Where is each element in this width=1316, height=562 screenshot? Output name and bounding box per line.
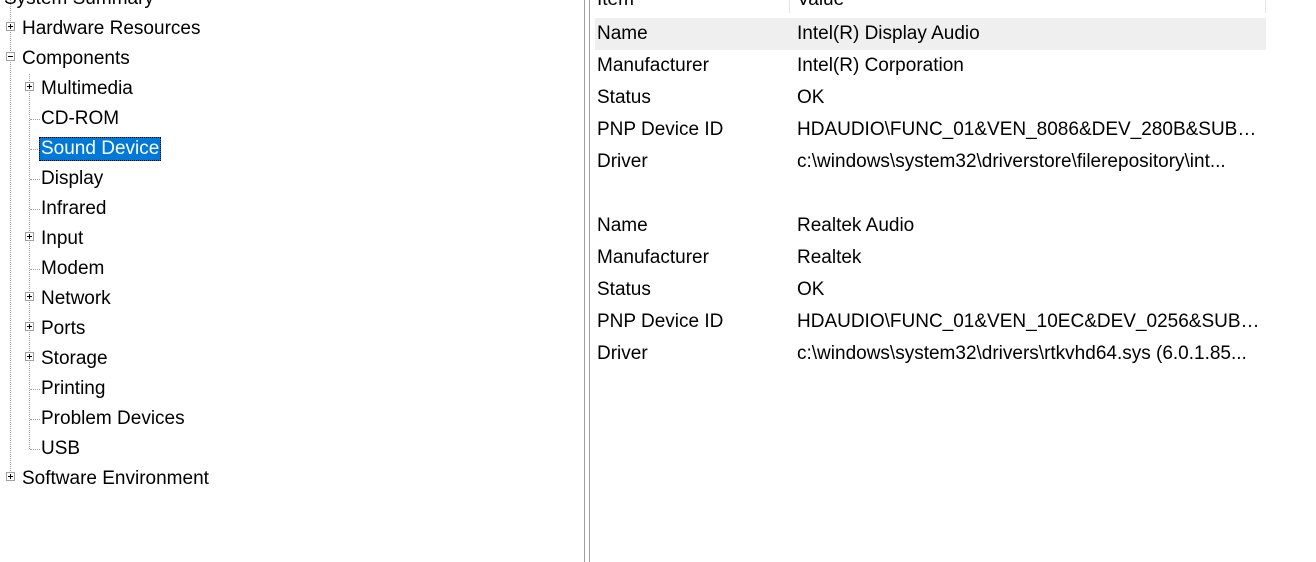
expand-icon[interactable] [25, 232, 34, 241]
tree-item-sound-device[interactable]: Sound Device [0, 134, 300, 164]
cell-item: Manufacturer [597, 55, 709, 76]
table-row[interactable]: Name Realtek Audio [595, 210, 1266, 242]
tree-item-label: Components [22, 48, 130, 69]
tree-item-label: Sound Device [39, 137, 162, 161]
cell-item: Name [597, 23, 648, 44]
expand-icon[interactable] [25, 82, 34, 91]
tree-item-ports[interactable]: Ports [0, 314, 300, 344]
cell-value: HDAUDIO\FUNC_01&VEN_8086&DEV_280B&SUBS..… [797, 119, 1263, 140]
table-row[interactable]: Status OK [595, 274, 1266, 306]
tree-item-printing[interactable]: Printing [0, 374, 300, 404]
table-row[interactable]: PNP Device ID HDAUDIO\FUNC_01&VEN_10EC&D… [595, 306, 1266, 338]
table-row[interactable]: Status OK [595, 82, 1266, 114]
tree-item-label: Hardware Resources [22, 18, 201, 39]
cell-value: HDAUDIO\FUNC_01&VEN_10EC&DEV_0256&SUBS..… [797, 311, 1263, 332]
expand-icon[interactable] [6, 22, 15, 31]
list-header: Item Value [590, 0, 1266, 13]
tree-item-multimedia[interactable]: Multimedia [0, 74, 300, 104]
cell-item: PNP Device ID [597, 119, 724, 140]
tree-item-label: System Summary [2, 0, 156, 11]
tree-item-components[interactable]: Components [0, 44, 300, 74]
cell-item: Driver [597, 151, 648, 172]
cell-value: Intel(R) Display Audio [797, 23, 980, 44]
expand-icon[interactable] [6, 472, 15, 481]
tree-item-label: Storage [41, 348, 108, 369]
cell-item: Name [597, 215, 648, 236]
tree-item-label: Software Environment [22, 468, 209, 489]
expand-icon[interactable] [25, 352, 34, 361]
cell-value: OK [797, 279, 825, 300]
category-tree[interactable]: System Summary Hardware Resources Compon… [0, 0, 584, 562]
tree-item-label: Problem Devices [41, 408, 185, 429]
tree-item-input[interactable]: Input [0, 224, 300, 254]
tree-item-display[interactable]: Display [0, 164, 300, 194]
cell-value: OK [797, 87, 825, 108]
tree-item-modem[interactable]: Modem [0, 254, 300, 284]
cell-value: c:\windows\system32\drivers\rtkvhd64.sys… [797, 343, 1247, 364]
tree-item-network[interactable]: Network [0, 284, 300, 314]
tree-item-label: Ports [41, 318, 86, 339]
table-row[interactable]: Manufacturer Realtek [595, 242, 1266, 274]
tree-item-usb[interactable]: USB [0, 434, 300, 464]
expand-icon[interactable] [25, 292, 34, 301]
tree-item-label: Printing [41, 378, 106, 399]
cell-value: Realtek [797, 247, 862, 268]
column-header-item[interactable]: Item [597, 0, 634, 13]
cell-value: Realtek Audio [797, 215, 915, 236]
tree-item-cd-rom[interactable]: CD-ROM [0, 104, 300, 134]
tree-item-storage[interactable]: Storage [0, 344, 300, 374]
column-divider[interactable] [789, 0, 790, 13]
cell-value: Intel(R) Corporation [797, 55, 964, 76]
column-divider[interactable] [1265, 0, 1266, 13]
collapse-icon[interactable] [6, 52, 15, 61]
details-list[interactable]: Item Value Name Intel(R) Display Audio M… [590, 0, 1316, 562]
tree-item-problem-devices[interactable]: Problem Devices [0, 404, 300, 434]
cell-item: Status [597, 87, 651, 108]
cell-item: Driver [597, 343, 648, 364]
tree-item-infrared[interactable]: Infrared [0, 194, 300, 224]
tree-item-label: Input [41, 228, 84, 249]
tree-item-software-environment[interactable]: Software Environment [0, 464, 300, 494]
table-row[interactable] [595, 178, 1266, 210]
table-row[interactable]: Driver c:\windows\system32\driverstore\f… [595, 146, 1266, 178]
table-row[interactable]: PNP Device ID HDAUDIO\FUNC_01&VEN_8086&D… [595, 114, 1266, 146]
tree-item-label: CD-ROM [41, 108, 120, 129]
table-row[interactable]: Manufacturer Intel(R) Corporation [595, 50, 1266, 82]
table-row[interactable]: Driver c:\windows\system32\drivers\rtkvh… [595, 338, 1266, 370]
tree-item-label: Network [41, 288, 111, 309]
tree-item-label: Modem [41, 258, 105, 279]
column-header-value[interactable]: Value [797, 0, 844, 13]
tree-item-label: USB [41, 438, 81, 459]
cell-item: PNP Device ID [597, 311, 724, 332]
tree-item-label: Multimedia [41, 78, 133, 99]
cell-item: Manufacturer [597, 247, 709, 268]
expand-icon[interactable] [25, 322, 34, 331]
tree-item-hardware-resources[interactable]: Hardware Resources [0, 14, 300, 44]
cell-value: c:\windows\system32\driverstore\filerepo… [797, 151, 1226, 172]
cell-item: Status [597, 279, 651, 300]
table-row[interactable]: Name Intel(R) Display Audio [595, 18, 1266, 50]
tree-item-label: Display [41, 168, 104, 189]
tree-item-label: Infrared [41, 198, 107, 219]
